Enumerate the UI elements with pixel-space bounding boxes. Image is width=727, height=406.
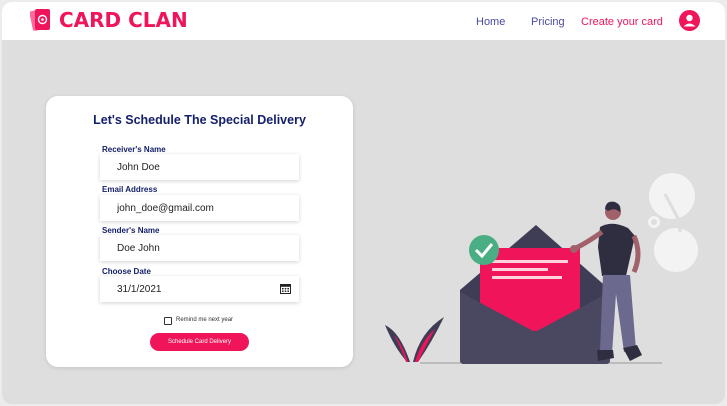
email-label: Email Address: [102, 185, 158, 194]
remind-checkbox[interactable]: [164, 317, 172, 325]
date-picker[interactable]: 31/1/2021: [100, 276, 299, 302]
nav-link-home[interactable]: Home: [476, 16, 505, 28]
user-avatar-icon: [683, 14, 696, 27]
app-window: CARD CLAN Home Pricing Create your card …: [2, 2, 725, 404]
decor-circle: [649, 173, 695, 219]
decor-circle: [654, 228, 698, 272]
sender-name-input[interactable]: [100, 235, 299, 261]
receiver-name-input[interactable]: [100, 154, 299, 180]
schedule-form-card: Let's Schedule The Special Delivery Rece…: [46, 96, 353, 367]
sender-name-label: Sender's Name: [102, 226, 160, 235]
form-title: Let's Schedule The Special Delivery: [93, 113, 306, 127]
calendar-icon[interactable]: [280, 283, 291, 294]
user-avatar-button[interactable]: [679, 10, 700, 31]
receiver-name-label: Receiver's Name: [102, 145, 166, 154]
remind-checkbox-label[interactable]: Remind me next year: [176, 317, 233, 323]
nav-link-create-card[interactable]: Create your card: [581, 16, 663, 28]
brand-name[interactable]: CARD CLAN: [59, 8, 188, 32]
schedule-delivery-button[interactable]: Schedule Card Delivery: [150, 333, 249, 351]
card-logo-icon[interactable]: [30, 6, 52, 33]
top-navbar: CARD CLAN Home Pricing Create your card: [2, 2, 725, 40]
delivery-illustration: [385, 173, 698, 364]
email-input[interactable]: [100, 195, 299, 221]
nav-link-pricing[interactable]: Pricing: [531, 16, 565, 28]
date-label: Choose Date: [102, 267, 151, 276]
check-badge-icon: [469, 235, 499, 265]
plant: [385, 325, 410, 362]
date-value: 31/1/2021: [117, 284, 162, 295]
